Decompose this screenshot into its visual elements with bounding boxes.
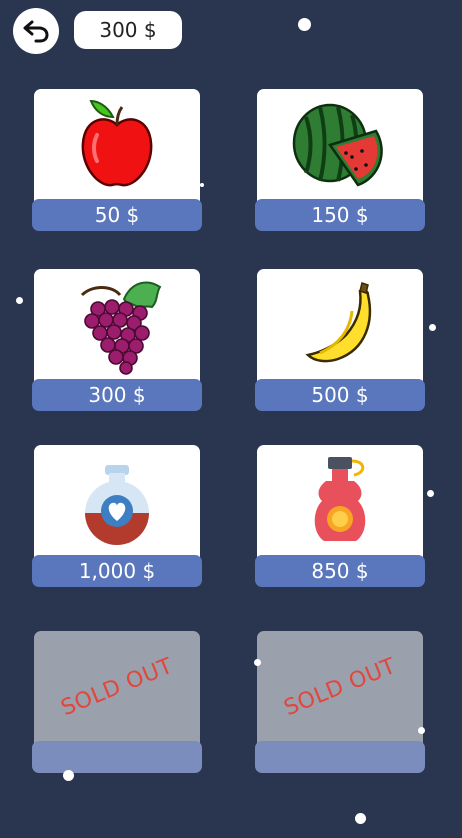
back-arrow-icon — [21, 15, 51, 48]
item-price: 500 $ — [255, 379, 425, 411]
snow-dot — [429, 324, 436, 331]
snow-dot — [418, 727, 425, 734]
balance-display: 300 $ — [74, 11, 182, 49]
snow-dot — [427, 490, 434, 497]
grapes-icon — [34, 269, 200, 381]
shop-item-watermelon[interactable]: 150 $ — [255, 89, 425, 231]
banana-icon — [257, 269, 423, 381]
item-price: 850 $ — [255, 555, 425, 587]
snow-dot — [200, 183, 204, 187]
snow-dot — [298, 18, 311, 31]
heart-potion-icon — [34, 445, 200, 557]
perfume-bottle-icon — [257, 445, 423, 557]
apple-icon — [34, 89, 200, 201]
item-price: 150 $ — [255, 199, 425, 231]
shop-item-perfume[interactable]: 850 $ — [255, 445, 425, 587]
shop-item-banana[interactable]: 500 $ — [255, 269, 425, 411]
item-price: 1,000 $ — [32, 555, 202, 587]
snow-dot — [16, 297, 23, 304]
back-button[interactable] — [13, 8, 59, 54]
item-price-bar — [255, 741, 425, 773]
snow-dot — [63, 770, 74, 781]
shop-item-sold-out[interactable]: SOLD OUT — [32, 631, 202, 773]
item-price: 50 $ — [32, 199, 202, 231]
item-price-bar — [32, 741, 202, 773]
watermelon-icon — [257, 89, 423, 201]
shop-item-heart-potion[interactable]: 1,000 $ — [32, 445, 202, 587]
shop-item-apple[interactable]: 50 $ — [32, 89, 202, 231]
snow-dot — [355, 813, 366, 824]
item-price: 300 $ — [32, 379, 202, 411]
shop-item-sold-out[interactable]: SOLD OUT — [255, 631, 425, 773]
snow-dot — [254, 659, 261, 666]
shop-item-grapes[interactable]: 300 $ — [32, 269, 202, 411]
